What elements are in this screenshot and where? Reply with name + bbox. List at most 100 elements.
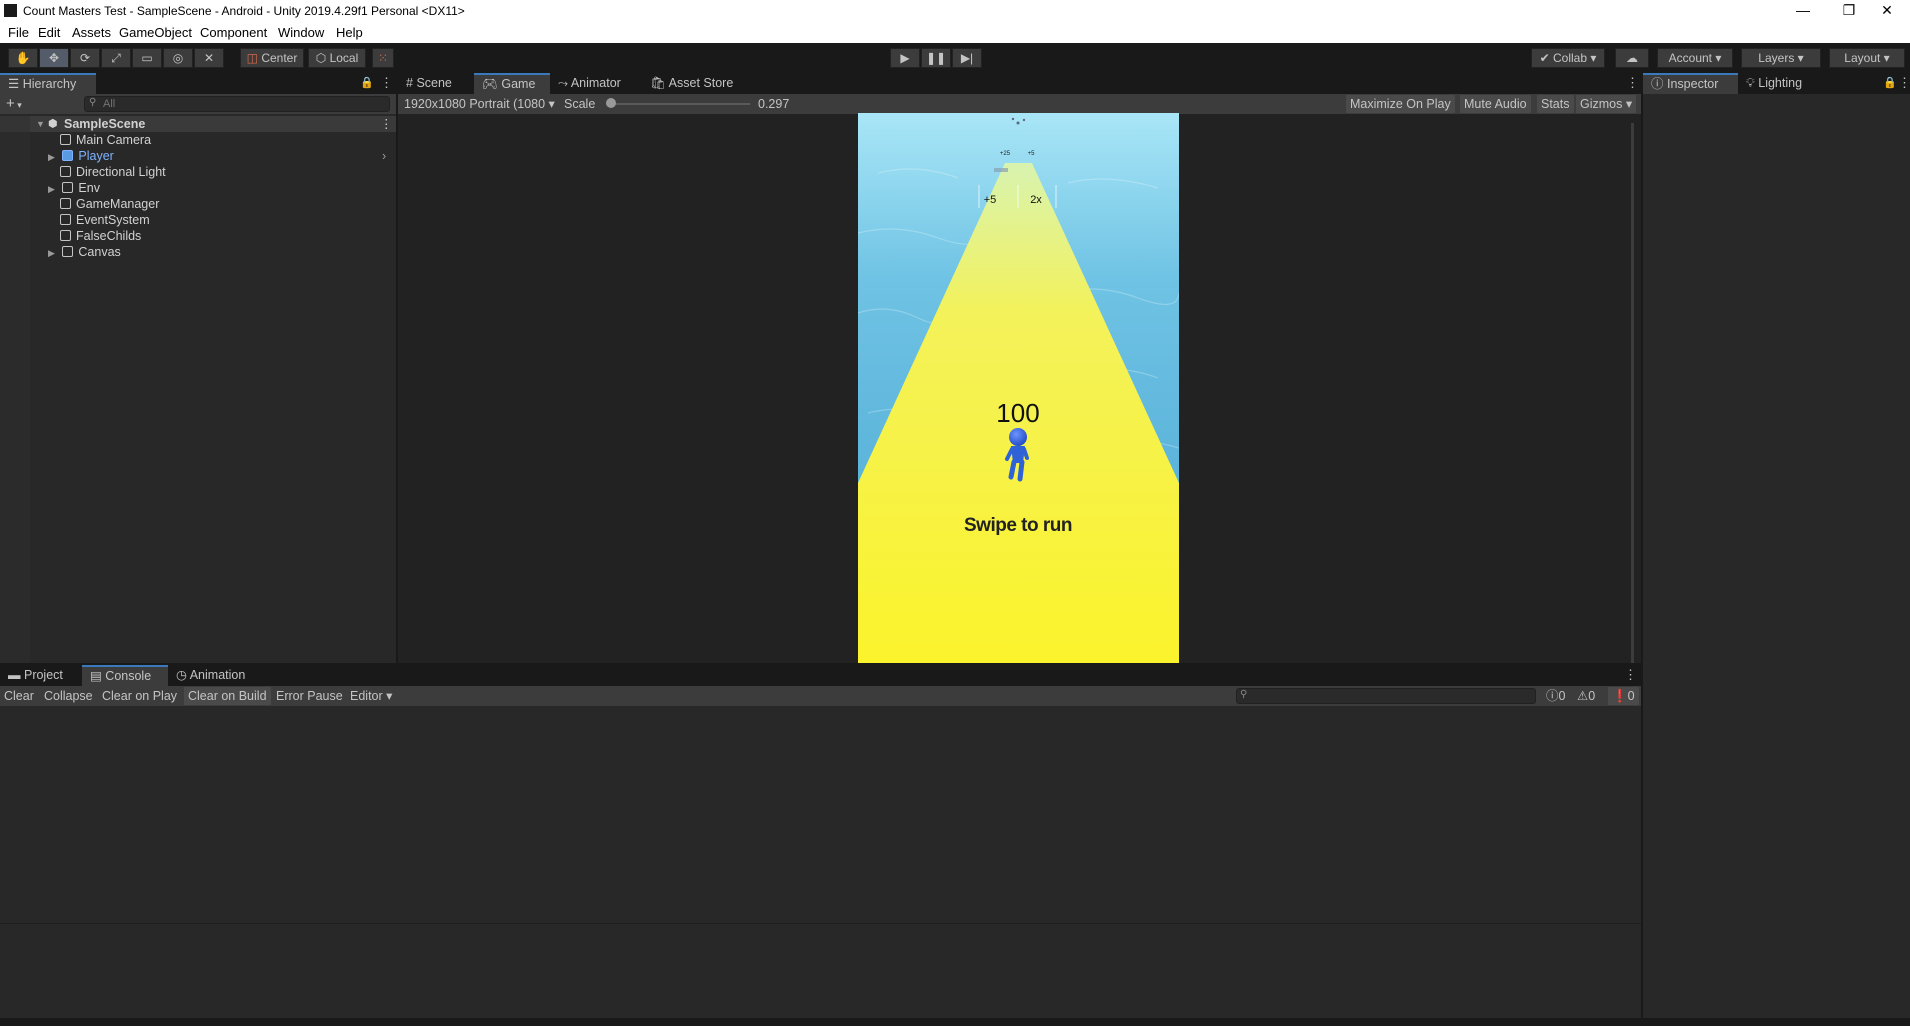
close-button[interactable]: ✕ (1864, 0, 1910, 22)
expand-arrow-icon[interactable]: ▶ (48, 248, 55, 258)
tab-project[interactable]: ▬ Project (0, 665, 82, 686)
collapse-toggle[interactable]: Collapse (40, 687, 97, 705)
pivot-center-toggle[interactable]: ◫ Center (240, 48, 304, 68)
console-splitter[interactable] (0, 923, 1641, 924)
menu-edit[interactable]: Edit (38, 25, 60, 40)
account-dropdown[interactable]: Account ▾ (1657, 48, 1733, 68)
layers-dropdown[interactable]: Layers ▾ (1741, 48, 1821, 68)
hierarchy-item[interactable]: Main Camera (60, 132, 151, 148)
scale-slider-handle[interactable] (606, 98, 616, 108)
hierarchy-item-player[interactable]: ▶ Player › (48, 148, 396, 164)
layout-label: Layout (1844, 51, 1881, 65)
layout-dropdown[interactable]: Layout ▾ (1829, 48, 1905, 68)
animator-icon: ⤳ (558, 76, 569, 90)
tab-label: Project (23, 668, 63, 682)
error-count-toggle[interactable]: ❗0 (1608, 687, 1639, 705)
hierarchy-item[interactable]: GameManager (60, 196, 159, 212)
console-search-input[interactable] (1236, 688, 1536, 704)
expand-arrow-icon[interactable]: ▶ (48, 184, 55, 194)
scene-grid-icon: # (406, 76, 413, 90)
open-prefab-arrow-icon[interactable]: › (382, 148, 386, 164)
hierarchy-item[interactable]: ▶ Env (48, 180, 100, 196)
error-pause-toggle[interactable]: Error Pause (272, 687, 347, 705)
more-options-icon[interactable]: ⋮ (380, 75, 393, 91)
custom-tool-icon[interactable]: ✕ (194, 48, 224, 68)
more-options-icon[interactable]: ⋮ (1898, 75, 1910, 91)
menu-component[interactable]: Component (200, 25, 267, 40)
scale-tool-icon[interactable]: ⤢ (101, 48, 131, 68)
editor-dropdown[interactable]: Editor ▾ (346, 687, 396, 705)
expand-arrow-icon[interactable]: ▼ (36, 116, 45, 132)
step-button[interactable]: ▶| (952, 48, 982, 68)
scale-slider-track[interactable] (606, 103, 750, 105)
tab-label: Asset Store (668, 76, 734, 90)
rotate-tool-icon[interactable]: ⟳ (70, 48, 100, 68)
tab-game[interactable]: 🎮︎ Game (474, 73, 550, 94)
tab-scene[interactable]: # Scene (398, 73, 474, 94)
scene-menu-icon[interactable]: ⋮ (380, 116, 393, 132)
error-icon: ❗ (1612, 689, 1628, 703)
move-tool-icon[interactable]: ✥ (39, 48, 69, 68)
tab-lighting[interactable]: 💡︎ Lighting (1738, 73, 1828, 94)
game-viewport[interactable]: +25 +5 +5 2x 100 Swipe to run (858, 113, 1179, 663)
more-options-icon[interactable]: ⋮ (1626, 75, 1639, 91)
menu-gameobject[interactable]: GameObject (119, 25, 192, 40)
hierarchy-item[interactable]: ▶ Canvas (48, 244, 121, 260)
expand-arrow-icon[interactable]: ▶ (48, 152, 55, 162)
tab-console[interactable]: ▤ Console (82, 665, 168, 686)
hierarchy-item[interactable]: EventSystem (60, 212, 150, 228)
pause-button[interactable]: ❚❚ (921, 48, 951, 68)
hierarchy-search-input[interactable] (84, 96, 390, 112)
clear-on-build-toggle[interactable]: Clear on Build (184, 687, 271, 705)
gameobject-icon (62, 246, 74, 257)
scene-row[interactable]: ▼ ⬢ SampleScene ⋮ (0, 116, 396, 132)
info-count: 0 (1558, 689, 1566, 703)
crowd-count: 100 (996, 398, 1039, 428)
stats-toggle[interactable]: Stats (1537, 95, 1574, 113)
create-dropdown[interactable]: + ▾ (6, 95, 22, 112)
hierarchy-item[interactable]: Directional Light (60, 164, 166, 180)
clear-button[interactable]: Clear (0, 687, 38, 705)
game-view-scrollbar[interactable] (1631, 123, 1634, 663)
menu-file[interactable]: File (8, 25, 29, 40)
tab-inspector[interactable]: ⓘ Inspector (1643, 73, 1738, 94)
swipe-prompt: Swipe to run (964, 515, 1072, 536)
main-toolbar: ✋ ✥ ⟳ ⤢ ▭ ◎ ✕ ◫ Center ⬡ Local ⁙ ▶ ❚❚ ▶|… (0, 43, 1910, 73)
minimize-button[interactable]: — (1780, 0, 1826, 22)
menu-assets[interactable]: Assets (72, 25, 111, 40)
grid-snap-icon[interactable]: ⁙ (372, 48, 394, 68)
hierarchy-item[interactable]: FalseChilds (60, 228, 141, 244)
tab-hierarchy[interactable]: ☰ Hierarchy (0, 73, 96, 94)
gate-right-label: 2x (1030, 194, 1042, 206)
clear-on-play-toggle[interactable]: Clear on Play (98, 687, 181, 705)
more-options-icon[interactable]: ⋮ (1624, 667, 1637, 683)
info-count-toggle[interactable]: ⓘ0 (1542, 687, 1569, 705)
maximize-on-play-toggle[interactable]: Maximize On Play (1346, 95, 1455, 113)
layers-label: Layers (1758, 51, 1795, 65)
item-label: FalseChilds (76, 229, 142, 243)
tab-animator[interactable]: ⤳ Animator (550, 73, 642, 94)
resolution-dropdown[interactable]: 1920x1080 Portrait (1080 ▾ (400, 95, 559, 113)
menu-help[interactable]: Help (336, 25, 363, 40)
tab-label: Lighting (1758, 76, 1803, 90)
tab-asset-store[interactable]: 🛍︎ Asset Store (642, 73, 742, 94)
lock-icon[interactable]: 🔒 (1883, 76, 1897, 89)
hand-tool-icon[interactable]: ✋ (8, 48, 38, 68)
tab-animation[interactable]: ◷ Animation (168, 665, 264, 686)
menu-window[interactable]: Window (278, 25, 324, 40)
item-label: Player (78, 149, 114, 163)
gizmos-dropdown[interactable]: Gizmos ▾ (1576, 95, 1637, 113)
console-panel: ▬ Project ▤ Console ◷ Animation ⋮ Clear … (0, 665, 1641, 1018)
lock-icon[interactable]: 🔒 (360, 76, 374, 89)
space-local-toggle[interactable]: ⬡ Local (308, 48, 366, 68)
console-icon: ▤ (90, 669, 102, 683)
warning-count-toggle[interactable]: ⚠0 (1573, 687, 1599, 705)
store-bag-icon: 🛍︎ (650, 76, 666, 90)
mute-audio-toggle[interactable]: Mute Audio (1460, 95, 1531, 113)
play-button[interactable]: ▶ (890, 48, 920, 68)
hierarchy-tab-label: Hierarchy (22, 77, 77, 91)
transform-tool-icon[interactable]: ◎ (163, 48, 193, 68)
collab-dropdown[interactable]: ✔ Collab ▾ (1531, 48, 1605, 68)
cloud-icon[interactable]: ☁ (1615, 48, 1649, 68)
rect-tool-icon[interactable]: ▭ (132, 48, 162, 68)
